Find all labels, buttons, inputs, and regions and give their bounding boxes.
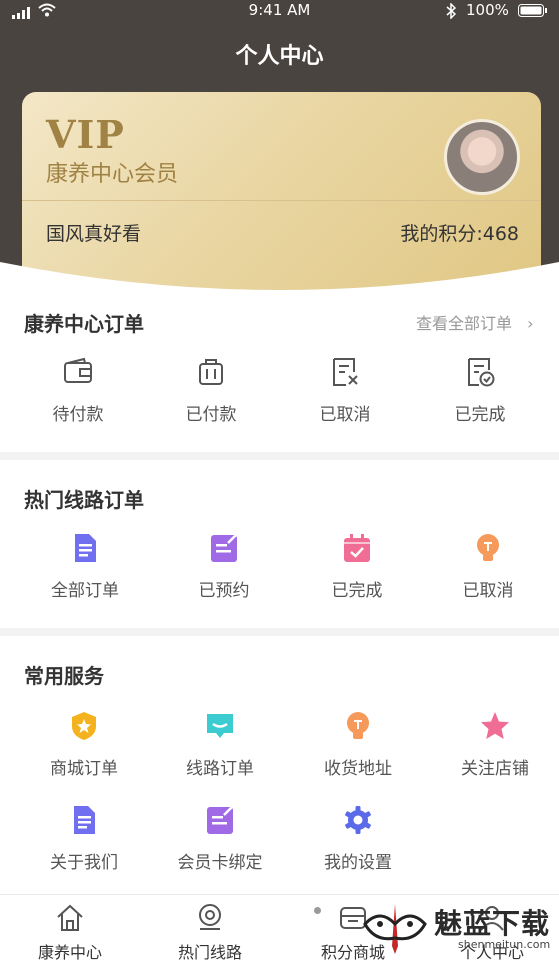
route-status-label: 全部订单 xyxy=(51,581,119,601)
calendar-check-icon xyxy=(341,532,373,564)
route-status-label: 已预约 xyxy=(198,581,250,601)
lightbulb-icon xyxy=(342,710,374,742)
order-cancelled[interactable]: 已取消 xyxy=(285,356,405,425)
home-icon xyxy=(55,903,85,933)
service-label: 关于我们 xyxy=(50,853,118,873)
services-title: 常用服务 xyxy=(24,664,104,688)
order-paid[interactable]: 已付款 xyxy=(151,356,271,425)
route-all-orders[interactable]: 全部订单 xyxy=(25,532,145,601)
lightbulb-icon xyxy=(472,532,504,564)
route-cancelled[interactable]: 已取消 xyxy=(428,532,548,601)
service-label: 关注店铺 xyxy=(461,759,529,779)
bluetooth-icon xyxy=(446,2,457,23)
watermark-subtext: shenmeitun.com xyxy=(458,938,551,951)
route-reserved[interactable]: 已预约 xyxy=(164,532,284,601)
edit-note-icon xyxy=(208,532,240,564)
service-label: 会员卡绑定 xyxy=(177,853,263,873)
status-bar: 9:41 AM 100% xyxy=(0,0,559,24)
service-followed-stores[interactable]: 关注店铺 xyxy=(435,710,555,779)
star-icon xyxy=(479,710,511,742)
order-completed[interactable]: 已完成 xyxy=(420,356,540,425)
chevron-right-icon: › xyxy=(527,314,534,333)
page-title: 个人中心 xyxy=(235,44,324,69)
battery-text: 100% xyxy=(466,1,509,19)
order-status-label: 已付款 xyxy=(185,405,237,425)
document-icon xyxy=(68,804,100,836)
order-status-label: 已取消 xyxy=(319,405,371,425)
tab-wellness-center[interactable]: 康养中心 xyxy=(10,903,130,963)
service-label: 线路订单 xyxy=(186,759,254,779)
orders-title: 康养中心订单 xyxy=(24,312,144,336)
watermark-logo-icon xyxy=(363,904,427,954)
routes-title: 热门线路订单 xyxy=(24,488,144,512)
cancelled-receipt-icon xyxy=(329,356,361,388)
section-divider xyxy=(0,452,559,460)
battery-icon xyxy=(518,4,548,22)
section-divider xyxy=(0,628,559,636)
points-label[interactable]: 我的积分:468 xyxy=(400,219,519,246)
route-completed[interactable]: 已完成 xyxy=(297,532,417,601)
view-all-orders-label: 查看全部订单 xyxy=(416,314,513,333)
order-pending-payment[interactable]: 待付款 xyxy=(18,356,138,425)
order-status-label: 已完成 xyxy=(454,405,506,425)
watermark: 魅蓝下载 shenmeitun.com xyxy=(360,900,556,956)
order-status-label: 待付款 xyxy=(52,405,104,425)
service-label: 收货地址 xyxy=(324,759,392,779)
luggage-icon xyxy=(195,356,227,388)
service-mall-orders[interactable]: 商城订单 xyxy=(24,710,144,779)
shield-star-icon xyxy=(68,710,100,742)
user-name: 国风真好看 xyxy=(46,223,142,245)
wallet-icon xyxy=(62,356,94,388)
avatar[interactable] xyxy=(444,119,520,195)
completed-receipt-icon xyxy=(464,356,496,388)
location-icon xyxy=(195,903,225,933)
service-my-settings[interactable]: 我的设置 xyxy=(298,804,418,873)
card-divider xyxy=(22,200,541,201)
service-route-orders[interactable]: 线路订单 xyxy=(160,710,280,779)
service-member-card-binding[interactable]: 会员卡绑定 xyxy=(160,804,280,873)
view-all-orders-link[interactable]: 查看全部订单 › xyxy=(416,310,534,334)
vip-badge: VIP xyxy=(46,112,125,157)
tab-label: 热门线路 xyxy=(177,943,242,962)
tab-label: 康养中心 xyxy=(37,943,102,962)
route-status-label: 已完成 xyxy=(331,581,383,601)
tab-hot-routes[interactable]: 热门线路 xyxy=(150,903,270,963)
vip-subtitle: 康养中心会员 xyxy=(46,162,179,187)
gear-icon xyxy=(342,804,374,836)
service-label: 商城订单 xyxy=(50,759,118,779)
document-icon xyxy=(69,532,101,564)
service-about-us[interactable]: 关于我们 xyxy=(24,804,144,873)
tab-indicator-dot xyxy=(314,907,321,914)
vip-card[interactable]: VIP 康养中心会员 国风真好看 我的积分:468 xyxy=(22,92,541,292)
watermark-text: 魅蓝下载 xyxy=(434,907,551,940)
message-icon xyxy=(204,710,236,742)
edit-note-icon xyxy=(204,804,236,836)
service-shipping-address[interactable]: 收货地址 xyxy=(298,710,418,779)
route-status-label: 已取消 xyxy=(462,581,514,601)
service-label: 我的设置 xyxy=(324,853,392,873)
